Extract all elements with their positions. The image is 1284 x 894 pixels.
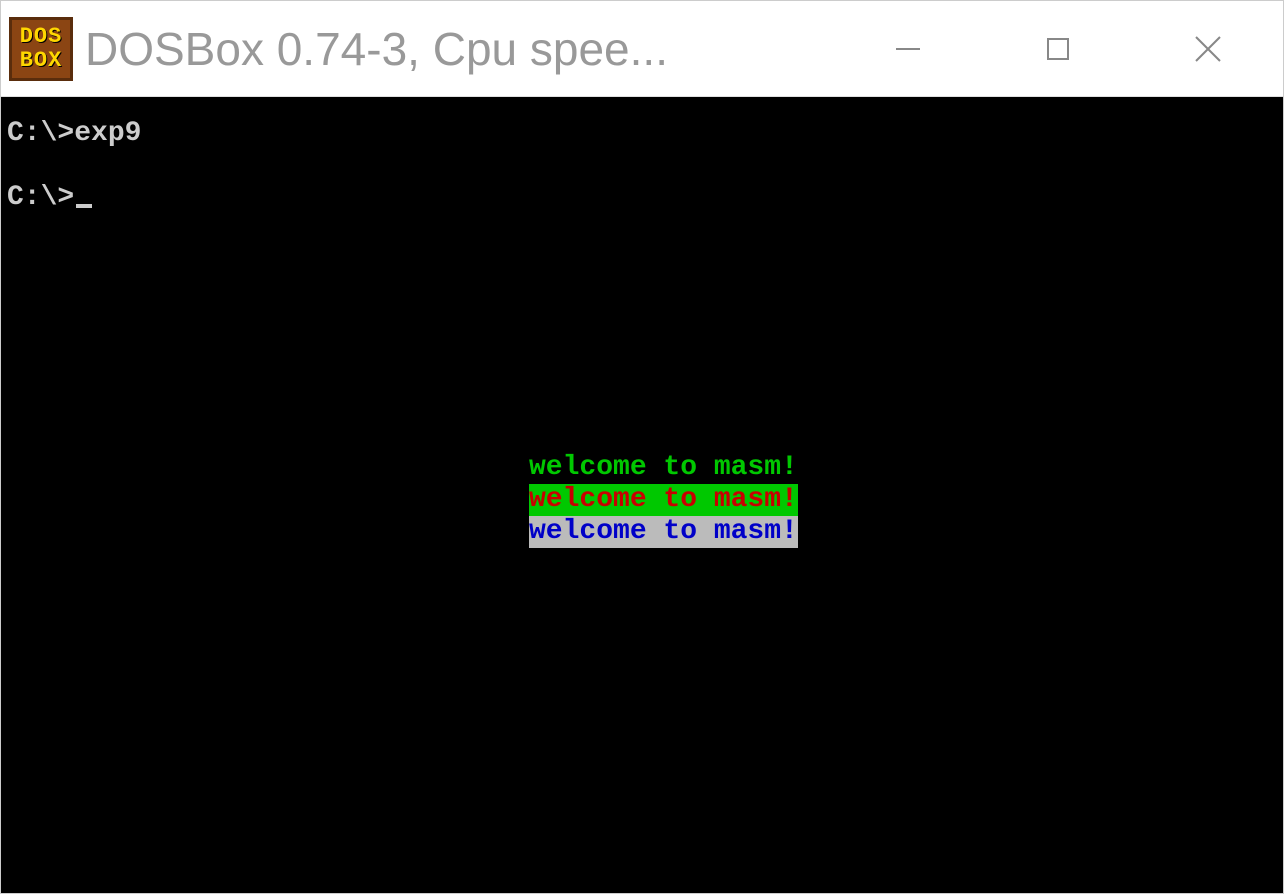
- dosbox-icon: DOS BOX: [9, 17, 73, 81]
- minimize-button[interactable]: [833, 1, 983, 96]
- terminal-line-1: C:\>exp9: [7, 117, 1277, 151]
- program-output: welcome to masm! welcome to masm! welcom…: [529, 452, 798, 548]
- maximize-icon: [1038, 29, 1078, 69]
- terminal-area[interactable]: C:\>exp9 C:\> welcome to masm! welcome t…: [1, 97, 1283, 893]
- terminal-line-2: C:\>: [7, 181, 1277, 215]
- output-line-1: welcome to masm!: [529, 452, 798, 484]
- minimize-icon: [888, 29, 928, 69]
- prompt-1: C:\>: [7, 117, 74, 151]
- output-line-2: welcome to masm!: [529, 484, 798, 516]
- window-controls: [833, 1, 1283, 96]
- dosbox-icon-text-bottom: BOX: [20, 49, 63, 73]
- output-line-3: welcome to masm!: [529, 516, 798, 548]
- cursor: [76, 204, 92, 208]
- close-icon: [1188, 29, 1228, 69]
- titlebar[interactable]: DOS BOX DOSBox 0.74-3, Cpu spee...: [1, 1, 1283, 97]
- close-button[interactable]: [1133, 1, 1283, 96]
- dosbox-icon-text-top: DOS: [20, 25, 63, 49]
- prompt-2: C:\>: [7, 181, 74, 215]
- command-1: exp9: [74, 117, 141, 151]
- app-window: DOS BOX DOSBox 0.74-3, Cpu spee...: [0, 0, 1284, 894]
- window-title: DOSBox 0.74-3, Cpu spee...: [85, 22, 833, 76]
- maximize-button[interactable]: [983, 1, 1133, 96]
